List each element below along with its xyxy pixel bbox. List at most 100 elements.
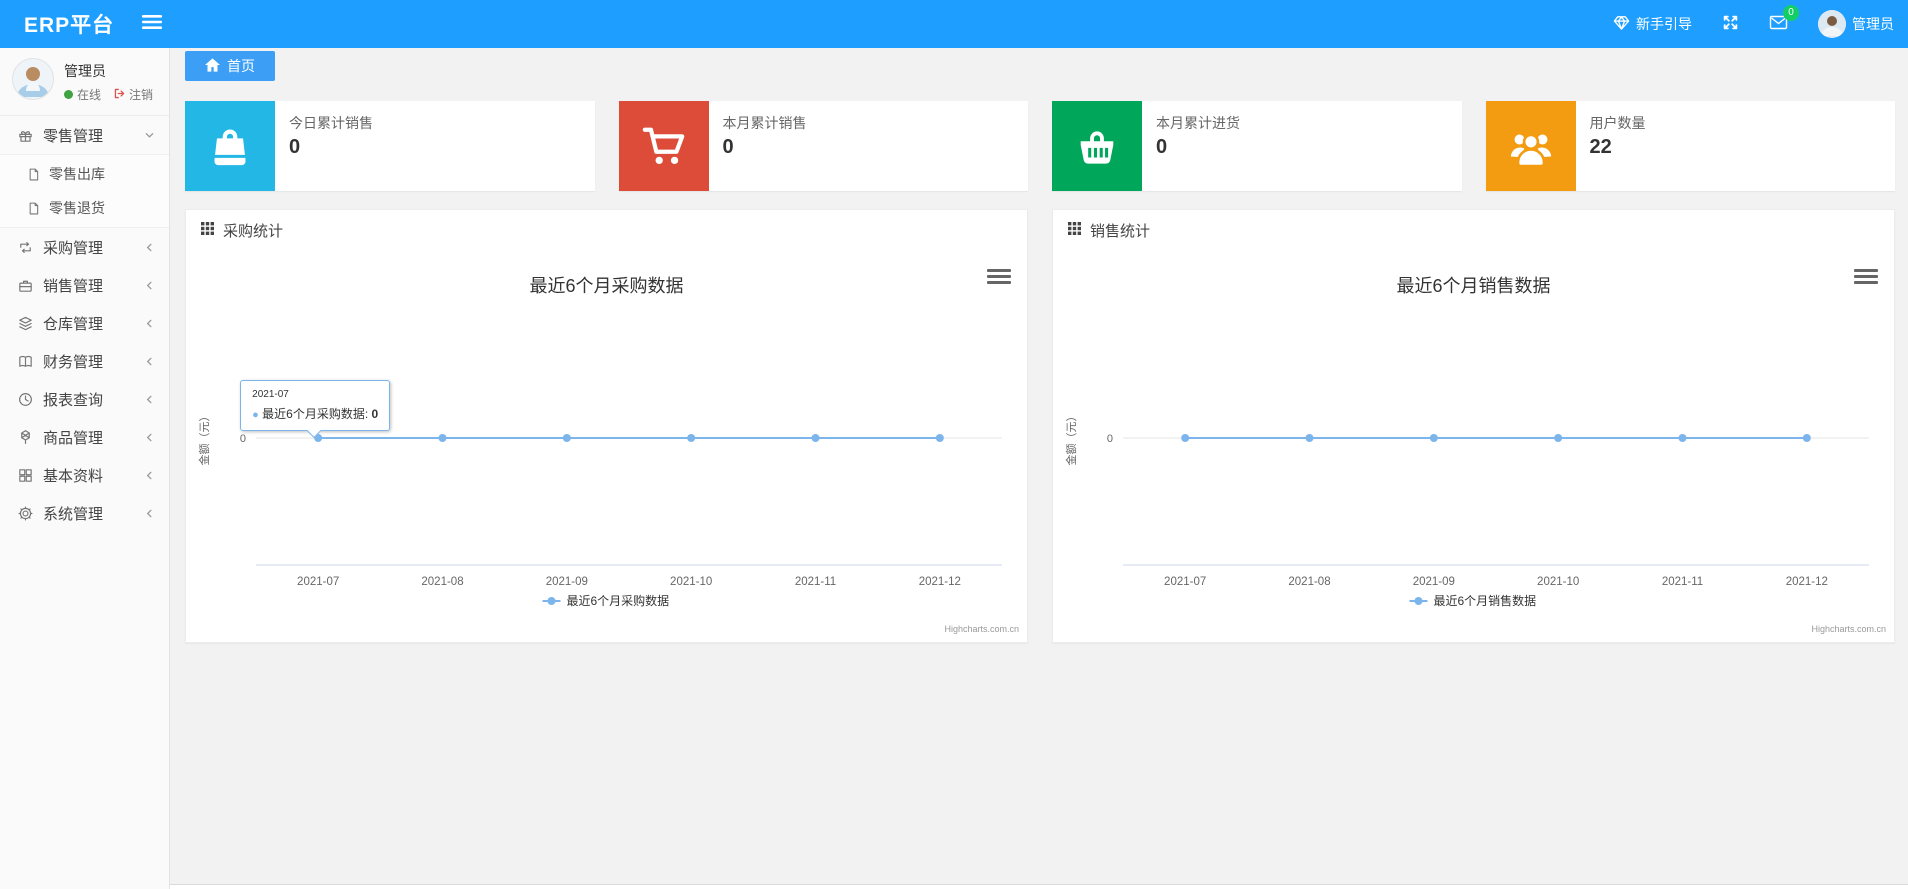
logout-icon xyxy=(113,87,126,103)
cart-icon xyxy=(618,101,709,191)
stat-card-label: 本月累计销售 xyxy=(722,115,807,131)
sidebar-item[interactable]: 销售管理 xyxy=(0,266,169,304)
stat-card: 本月累计销售 0 xyxy=(618,101,1028,191)
sidebar-menu: 零售管理零售出库零售退货采购管理销售管理仓库管理财务管理报表查询商品管理 基本资料… xyxy=(0,116,169,532)
panel-header: 销售统计 xyxy=(1053,210,1894,250)
chevron-left-icon xyxy=(144,432,155,443)
stat-card: 用户数量 22 xyxy=(1485,101,1895,191)
svg-text:2021-07: 2021-07 xyxy=(297,576,339,588)
sidebar-toggle-button[interactable] xyxy=(142,13,163,36)
sidebar-item-label: 采购管理 xyxy=(43,239,104,257)
briefcase-icon xyxy=(17,277,34,294)
sidebar-subitem-label: 零售出库 xyxy=(49,166,105,182)
sidebar-item-label: 报表查询 xyxy=(43,391,104,409)
svg-text:2021-08: 2021-08 xyxy=(421,576,463,588)
sidebar-subitem[interactable]: 零售出库 xyxy=(0,157,169,191)
home-icon xyxy=(205,57,220,75)
stat-card-value: 0 xyxy=(289,136,301,158)
clock-icon xyxy=(17,391,34,408)
sidebar-item-label: 仓库管理 xyxy=(43,315,104,333)
sidebar-item[interactable]: 商品管理 xyxy=(0,418,169,456)
svg-text:2021-09: 2021-09 xyxy=(1413,576,1455,588)
gear-icon xyxy=(17,505,34,522)
avatar xyxy=(1818,10,1846,38)
svg-text:最近6个月采购数据: 最近6个月采购数据 xyxy=(529,276,683,296)
tooltip-date: 2021-07 xyxy=(252,389,289,400)
chevron-left-icon xyxy=(144,470,155,481)
chevron-left-icon xyxy=(144,318,155,329)
svg-text:2021-10: 2021-10 xyxy=(670,576,712,588)
message-badge: 0 xyxy=(1783,5,1799,21)
guide-button[interactable]: 新手引导 xyxy=(1613,14,1692,34)
sidebar-item[interactable]: 基本资料 xyxy=(0,456,169,494)
logout-button[interactable]: 注销 xyxy=(113,86,153,103)
stat-card-value: 0 xyxy=(722,136,734,158)
stat-card: 本月累计进货 0 xyxy=(1052,101,1462,191)
sidebar-user-block: 管理员 在线 注销 xyxy=(0,48,169,116)
sidebar-item[interactable]: 零售管理 xyxy=(0,116,169,154)
sidebar-subitem[interactable]: 零售退货 xyxy=(0,191,169,225)
user-label: 管理员 xyxy=(1852,16,1894,32)
panel-title: 采购统计 xyxy=(223,222,284,240)
svg-text:2021-11: 2021-11 xyxy=(1662,576,1703,588)
sidebar-user-name: 管理员 xyxy=(64,63,106,79)
sidebar-subitem-label: 零售退货 xyxy=(49,200,105,216)
sidebar: 管理员 在线 注销 零售管理零售出库零售退货采购管理销售管理仓库管理财务管理报表… xyxy=(0,48,170,889)
chart-export-menu-icon[interactable] xyxy=(987,266,1011,286)
users-icon xyxy=(1485,101,1576,191)
chart-tooltip: 2021-07 ● 最近6个月采购数据: 0 xyxy=(240,380,391,439)
svg-text:2021-12: 2021-12 xyxy=(919,576,961,588)
sidebar-item[interactable]: 仓库管理 xyxy=(0,304,169,342)
fullscreen-button[interactable] xyxy=(1722,14,1739,34)
sidebar-item[interactable]: 采购管理 xyxy=(0,228,169,266)
sidebar-item-label: 销售管理 xyxy=(43,277,104,295)
svg-text:2021-08: 2021-08 xyxy=(1288,576,1330,588)
layers-icon xyxy=(17,315,34,332)
purchase-chart-canvas[interactable]: 最近6个月采购数据 0 金额（元） 2021-07 2021-08 2021-09 2021… xyxy=(186,250,1027,642)
stat-card: 今日累计销售 0 xyxy=(185,101,595,191)
fullscreen-icon xyxy=(1722,14,1739,34)
svg-text:0: 0 xyxy=(1107,433,1113,445)
sidebar-item[interactable]: 系统管理 xyxy=(0,494,169,532)
stat-card-value: 0 xyxy=(1156,136,1168,158)
svg-text:0: 0 xyxy=(240,433,246,445)
svg-text:2021-12: 2021-12 xyxy=(1786,576,1828,588)
user-menu[interactable]: 管理员 xyxy=(1818,10,1894,38)
bag-icon xyxy=(185,101,275,191)
panel-header: 采购统计 xyxy=(186,210,1027,250)
sidebar-item[interactable]: 财务管理 xyxy=(0,342,169,380)
sidebar-item-label: 财务管理 xyxy=(43,353,104,371)
stat-card-label: 今日累计销售 xyxy=(289,115,373,131)
svg-text:2021-07: 2021-07 xyxy=(1164,576,1206,588)
stat-card-label: 本月累计进货 xyxy=(1156,115,1240,131)
sales-stats-panel: 销售统计 最近6个月销售数据 0 金额（元） 2021-07 2021-08 2021-0… xyxy=(1052,209,1895,643)
th-grid-icon xyxy=(1068,221,1081,239)
stat-cards-row: 今日累计销售 0 本月累计销售 0 本月累计进货 0 用户数量 22 xyxy=(170,84,1908,191)
svg-text:Highcharts.com.cn: Highcharts.com.cn xyxy=(944,624,1019,634)
chevron-left-icon xyxy=(144,394,155,405)
sidebar-item[interactable]: 报表查询 xyxy=(0,380,169,418)
grid-icon xyxy=(17,467,34,484)
svg-text:2021-10: 2021-10 xyxy=(1537,576,1579,588)
chart-export-menu-icon[interactable] xyxy=(1854,266,1878,286)
gift-icon xyxy=(17,127,34,144)
tab-home[interactable]: 首页 xyxy=(185,51,275,81)
svg-text:金额（元）: 金额（元） xyxy=(197,411,211,466)
purchase-stats-panel: 采购统计 最近6个月采购数据 0 金额（元） 2021-07 2021-08 2021-0… xyxy=(185,209,1028,643)
online-status-label: 在线 xyxy=(77,88,102,102)
gem-icon xyxy=(1613,14,1630,34)
main-content: 首页 今日累计销售 0 本月累计销售 0 本月累计进货 0 用户数量 22 采购统计 最近6个… xyxy=(170,48,1908,889)
basket-icon xyxy=(1052,101,1142,191)
chevron-left-icon xyxy=(144,242,155,253)
messages-button[interactable]: 0 xyxy=(1769,5,1799,34)
book-icon xyxy=(17,353,34,370)
sales-chart-canvas[interactable]: 最近6个月销售数据 0 金额（元） 2021-07 2021-08 2021-09 2021… xyxy=(1053,250,1894,642)
repeat-icon xyxy=(17,239,34,256)
app-brand: ERP平台 xyxy=(24,14,115,37)
svg-text:金额（元）: 金额（元） xyxy=(1064,411,1078,466)
svg-text:Highcharts.com.cn: Highcharts.com.cn xyxy=(1811,624,1886,634)
tooltip-value: 0 xyxy=(371,407,379,421)
chevron-down-icon xyxy=(144,130,155,141)
box-icon xyxy=(17,429,34,446)
stat-card-value: 22 xyxy=(1589,136,1612,158)
